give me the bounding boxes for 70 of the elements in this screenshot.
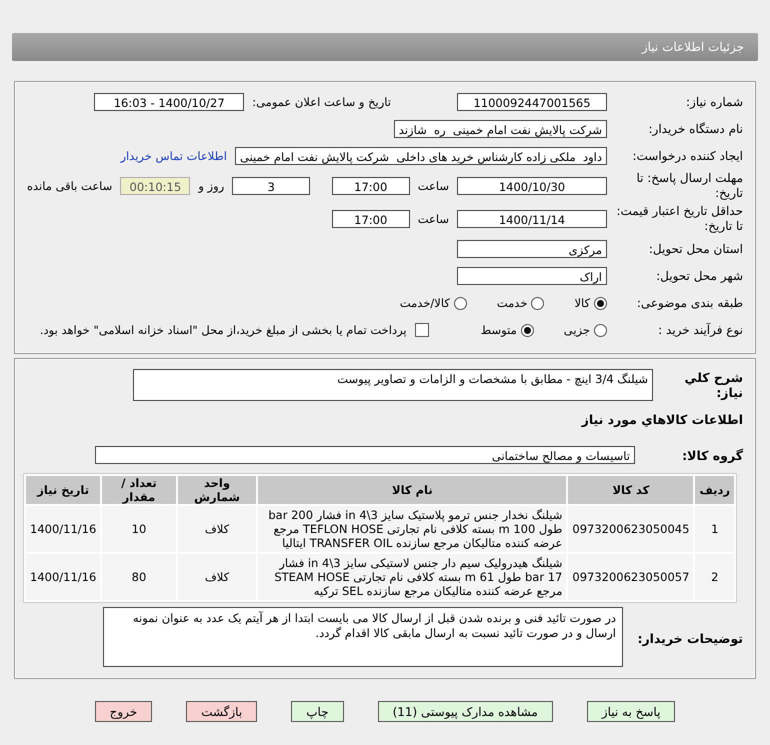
table-cell: 2 xyxy=(695,554,734,600)
field-label: ساعت باقی مانده xyxy=(27,179,112,193)
field-label: گروه کالا: xyxy=(681,448,743,462)
radio-button[interactable] xyxy=(531,296,544,310)
buyer-contact-link[interactable]: اطلاعات تماس خریدار xyxy=(120,149,227,163)
action-button[interactable]: بازگشت xyxy=(186,701,258,722)
field-label: ایجاد کننده درخواست: xyxy=(631,149,743,163)
action-button[interactable]: مشاهده مدارک پیوستی (11) xyxy=(378,701,553,722)
radio-button[interactable] xyxy=(594,324,607,336)
action-button[interactable]: چاپ xyxy=(291,701,344,722)
need-number-field: 1100092447001565 xyxy=(457,93,607,111)
radio-label: خدمت xyxy=(496,296,528,310)
description-field: شیلنگ 3/4 اینچ - مطابق با مشخصات و الزامات و تصاویر پیوست xyxy=(133,369,653,401)
field-label: شماره نیاز: xyxy=(685,95,743,109)
radio-button[interactable] xyxy=(454,296,467,310)
field-label: ساعت xyxy=(418,179,449,193)
page-title: جزئیات اطلاعات نیاز xyxy=(12,33,758,61)
table-cell: 1400/11/16 xyxy=(26,506,100,552)
remaining-time-field: 00:10:15 xyxy=(120,177,190,195)
field-label: توضیحات خریدار: xyxy=(636,630,743,646)
field-label: طبقه بندی موضوعی: xyxy=(636,296,743,310)
radio-button[interactable] xyxy=(594,296,607,310)
days-field: 3 xyxy=(232,177,310,195)
action-button[interactable]: پاسخ به نیاز xyxy=(586,701,676,722)
table-cell: شیلنگ نخدار جنس ترمو پلاستیک سایز 3\4 in فشار 200 bar طول 100 m بسته کلافی نام تجارتی TEFLON HOSE مرجع عرضه کننده متالیکان مرجع سازنده TRANSFER OIL ایتالیا xyxy=(258,506,566,552)
table-cell: 1400/11/16 xyxy=(26,554,100,600)
field-label: استان محل تحویل: xyxy=(648,242,743,256)
field-label: نام دستگاه خریدار: xyxy=(648,122,743,136)
radio-label: متوسط xyxy=(480,323,517,337)
deadline-date-field: 1400/10/30 xyxy=(457,177,607,195)
column-header: ردیف xyxy=(695,476,734,504)
table-cell: 10 xyxy=(102,506,176,552)
validity-date-field: 1400/11/14 xyxy=(457,210,607,228)
column-header: تعداد / مقدار xyxy=(102,476,176,504)
column-header: کد کالا xyxy=(568,476,694,504)
field-label: شرح کلي نياز: xyxy=(684,370,743,400)
section-heading: اطلاعات کالاهاي مورد نياز xyxy=(582,412,743,426)
action-button[interactable]: خروج xyxy=(94,701,152,722)
table-cell: شیلنگ هیدرولیک سیم دار جنس لاستیکی سایز 3\4 in فشار 17 bar طول 61 m بسته کلافی نام تجارتی STEAM HOSE مرجع عرضه کننده متالیکان مرجع سازنده SEL ترکیه xyxy=(258,554,566,600)
column-header: واحد شمارش xyxy=(178,476,256,504)
payment-checkbox[interactable] xyxy=(414,323,429,337)
table-cell: 1 xyxy=(695,506,734,552)
column-header: نام کالا xyxy=(258,476,566,504)
column-header: تاریخ نیاز xyxy=(26,476,100,504)
field-label: پرداخت تمام یا بخشی از مبلغ خرید،از محل "اسناد خزانه اسلامی" خواهد بود. xyxy=(40,323,407,337)
field-label: تاریخ و ساعت اعلان عمومی: xyxy=(252,95,391,109)
deadline-time-field: 17:00 xyxy=(332,177,410,195)
radio-label: کالا xyxy=(574,296,590,310)
field-label: روز و xyxy=(198,179,224,193)
goods-group-field: تاسیسات و مصالح ساختمانی xyxy=(95,446,635,464)
announce-date-field: 1400/10/27 - 16:03 xyxy=(94,93,244,111)
table-cell: کلاف xyxy=(178,506,256,552)
city-field: اراک xyxy=(457,267,607,285)
field-label: ساعت xyxy=(418,212,449,226)
field-label: مهلت ارسال پاسخ: تا تاریخ: xyxy=(635,171,743,201)
buyer-notes-field: در صورت تائید فنی و برنده شدن قبل از ارسال کالا می بایست ابتدا از هر آیتم یک عدد به عنوان نمونه ارسال و در صورت تائید نسبت به ارسال مابقی کالا اقدام گردد. xyxy=(103,607,623,667)
table-cell: کلاف xyxy=(178,554,256,600)
validity-time-field: 17:00 xyxy=(332,210,410,228)
field-label: نوع فرآیند خرید : xyxy=(657,323,743,337)
radio-button[interactable] xyxy=(520,324,534,336)
field-label: حداقل تاریخ اعتبار قیمت: تا تاریخ: xyxy=(615,204,743,234)
table-cell: 0973200623050057 xyxy=(568,554,694,600)
province-field: مرکزی xyxy=(457,240,607,258)
field-label: شهر محل تحویل: xyxy=(655,269,743,283)
creator-field: داود ملکی زاده کارشناس خرید های داخلی شرکت پالایش نفت امام خمینی xyxy=(234,147,607,165)
table-cell: 0973200623050045 xyxy=(568,506,694,552)
radio-label: کالا/خدمت xyxy=(400,296,450,310)
buyer-field: شرکت پالایش نفت امام خمینی ره شازند xyxy=(394,120,607,138)
table-cell: 80 xyxy=(102,554,176,600)
radio-label: جزیی xyxy=(564,323,590,337)
